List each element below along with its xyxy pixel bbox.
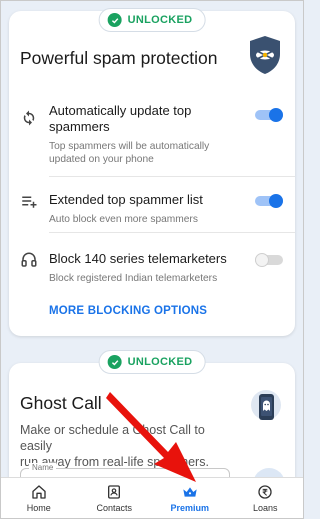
block-140-title: Block 140 series telemarketers [49, 251, 227, 266]
nav-home[interactable]: Home [1, 478, 77, 518]
spam-card-title: Powerful spam protection [20, 48, 218, 68]
ghost-call-title: Ghost Call [20, 393, 102, 413]
shield-badge-icon [250, 36, 280, 74]
more-blocking-options-link[interactable]: MORE BLOCKING OPTIONS [49, 305, 207, 317]
nav-premium[interactable]: Premium [152, 478, 228, 518]
unlocked-label: UNLOCKED [127, 356, 193, 368]
nav-contacts[interactable]: Contacts [77, 478, 153, 518]
extended-list-sub: Auto block even more spammers [49, 214, 198, 225]
name-field-label: Name [29, 463, 57, 472]
auto-update-title-2: spammers [49, 119, 110, 134]
block-140-toggle[interactable] [255, 253, 283, 267]
auto-update-sub-1: Top spammers will be automatically [49, 141, 210, 152]
bottom-navigation: Home Contacts Premium Loans [1, 477, 303, 518]
nav-premium-label: Premium [170, 503, 209, 513]
playlist-add-icon [22, 196, 37, 208]
unlocked-badge: UNLOCKED [98, 8, 206, 32]
ghost-phone-icon [251, 390, 281, 420]
extended-list-toggle[interactable] [255, 194, 283, 208]
headset-icon [21, 252, 37, 267]
check-icon [107, 13, 122, 27]
spam-protection-card: UNLOCKED Powerful spam protection Automa… [9, 8, 295, 336]
divider [49, 176, 295, 177]
unlocked-badge: UNLOCKED [98, 350, 206, 374]
extended-list-title: Extended top spammer list [49, 192, 203, 207]
rupee-icon [258, 485, 272, 499]
sync-icon [23, 110, 35, 126]
nav-home-label: Home [26, 503, 51, 513]
nav-loans[interactable]: Loans [228, 478, 304, 518]
check-icon [107, 355, 122, 369]
unlocked-label: UNLOCKED [127, 14, 193, 26]
ghost-call-subtitle-1: Make or schedule a Ghost Call to easily [20, 423, 205, 453]
nav-loans-label: Loans [252, 503, 278, 513]
home-icon [32, 485, 46, 499]
auto-update-toggle[interactable] [255, 108, 283, 122]
divider [49, 232, 295, 233]
crown-icon [183, 487, 197, 497]
auto-update-sub-2: updated on your phone [49, 154, 154, 165]
contacts-icon [108, 485, 121, 499]
auto-update-title-1: Automatically update top [49, 103, 192, 118]
nav-contacts-label: Contacts [96, 503, 133, 513]
block-140-sub: Block registered Indian telemarketers [49, 273, 218, 284]
